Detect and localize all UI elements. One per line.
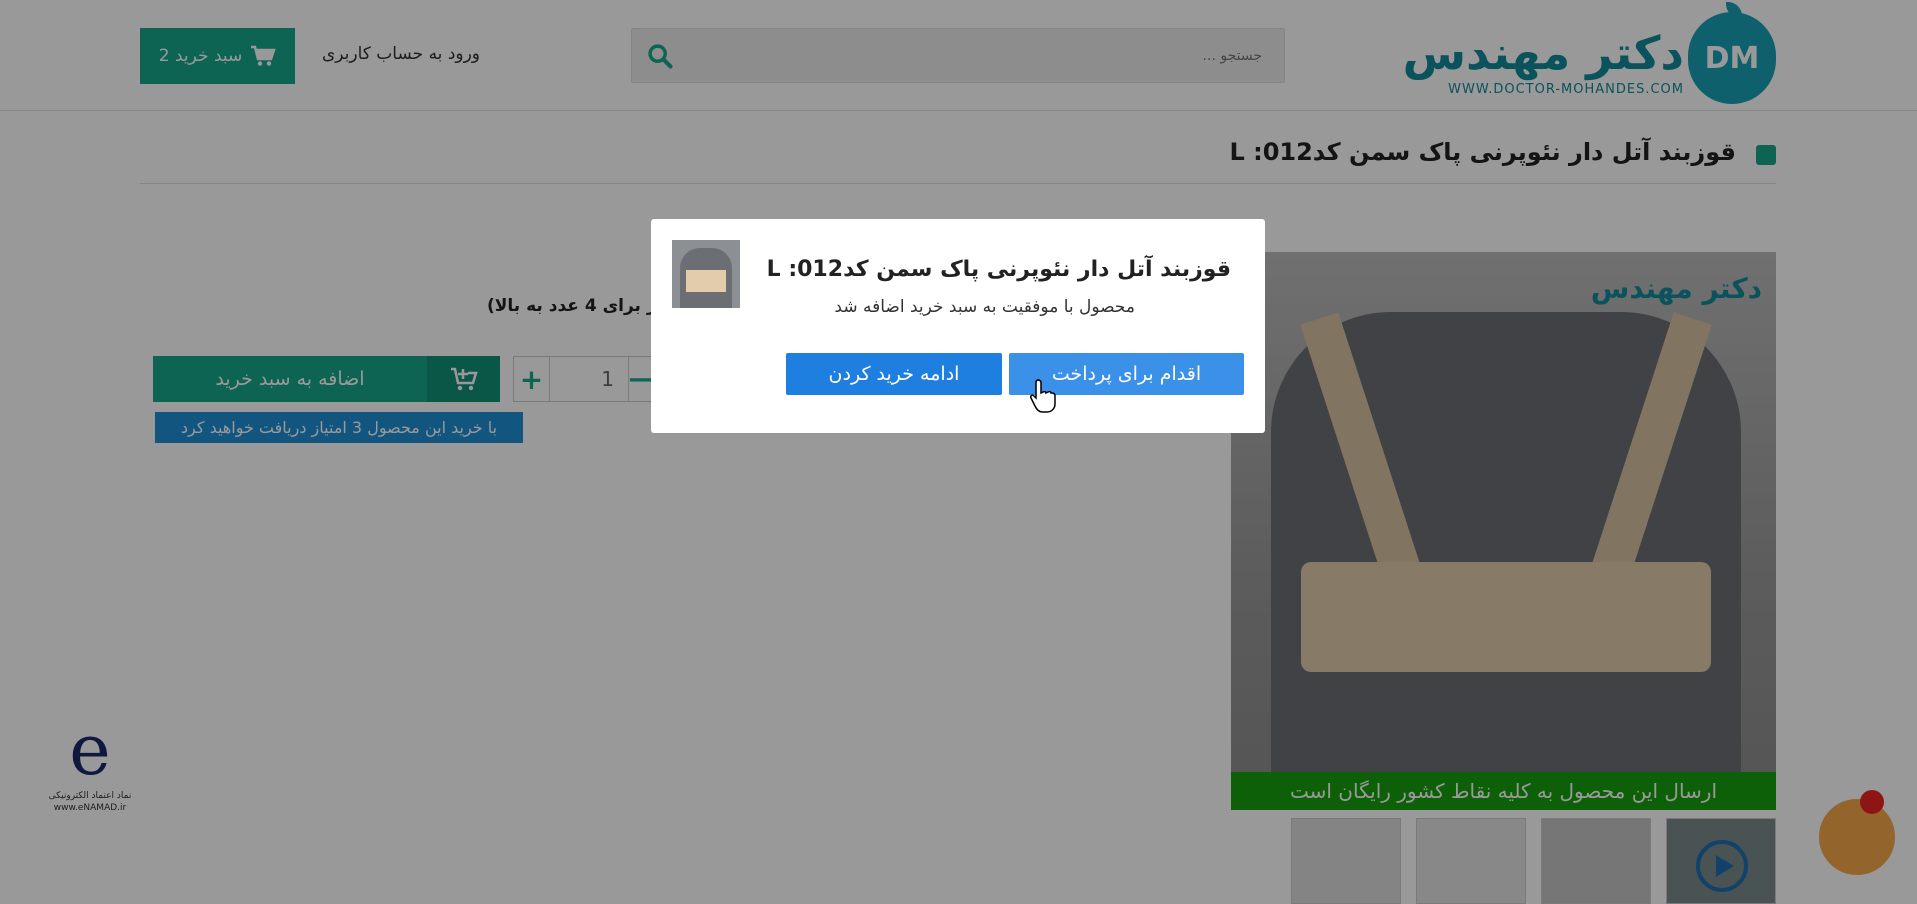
modal-backdrop[interactable] <box>0 0 1917 904</box>
added-to-cart-dialog: قوزبند آتل دار نئوپرنی پاک سمن کد012: L … <box>651 219 1265 433</box>
modal-message: محصول با موفقیت به سبد خرید اضافه شد <box>834 297 1135 317</box>
hand-cursor-icon <box>1030 379 1056 413</box>
modal-thumb-belt <box>686 270 726 292</box>
modal-title: قوزبند آتل دار نئوپرنی پاک سمن کد012: L <box>766 257 1231 282</box>
continue-shopping-button[interactable]: ادامه خرید کردن <box>786 353 1002 395</box>
modal-product-thumbnail <box>672 240 740 308</box>
